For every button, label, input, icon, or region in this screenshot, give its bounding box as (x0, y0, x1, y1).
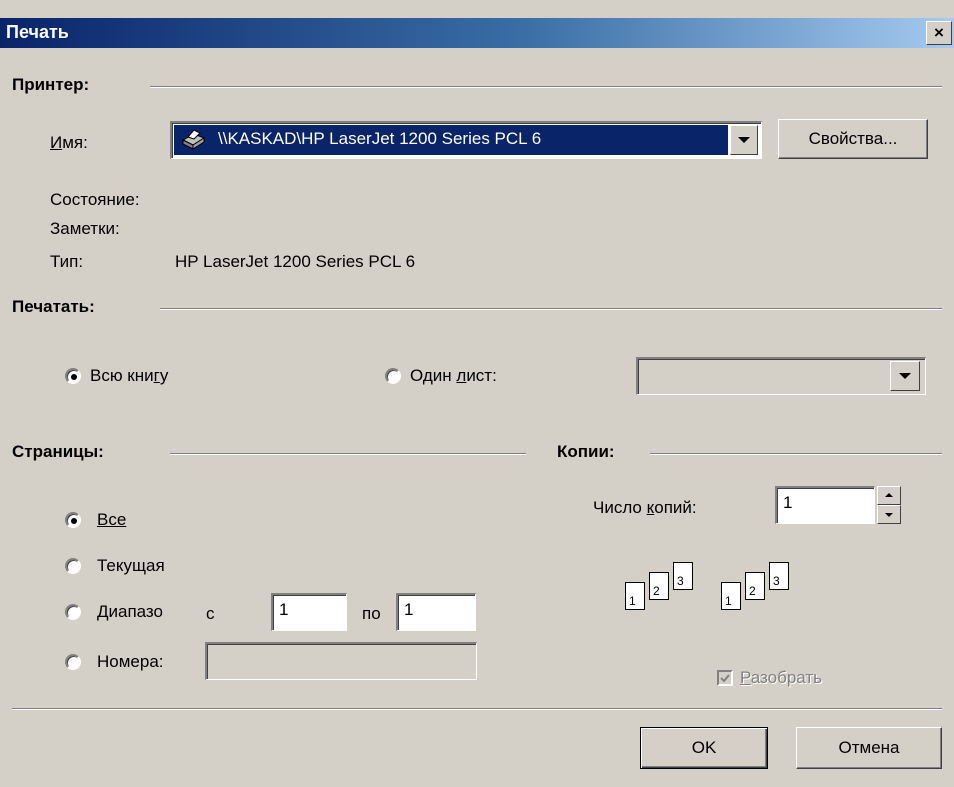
bottom-divider (12, 708, 942, 710)
copies-spinner (877, 486, 901, 524)
print-what-divider (160, 308, 942, 310)
radio-dot (71, 374, 77, 380)
pages-divider (170, 453, 526, 455)
pages-all-radio[interactable] (65, 512, 81, 528)
range-to-label: по (362, 604, 381, 623)
copies-section-label: Копии: (557, 442, 615, 461)
collate-preview-icon: 3 2 1 3 2 1 (625, 562, 815, 650)
whole-book-radio[interactable] (65, 368, 81, 384)
pages-numbers-radio[interactable] (65, 654, 81, 670)
printer-name-label: Имя: (50, 133, 88, 152)
collate-page-3a: 3 (673, 562, 693, 590)
printer-dropdown-button[interactable] (730, 125, 758, 155)
collate-page-2a: 2 (649, 572, 669, 600)
pages-range-radio[interactable] (65, 604, 81, 620)
printer-divider (150, 86, 942, 88)
one-sheet-label: Один лист: (410, 366, 497, 385)
cancel-button[interactable]: Отмена (796, 727, 942, 769)
ok-button[interactable]: OK (640, 727, 768, 769)
collate-page-2b: 2 (745, 572, 765, 600)
pages-range-label: Диапазо (97, 602, 163, 621)
checkmark-icon (720, 674, 730, 683)
radio-dot (71, 518, 77, 524)
pages-numbers-input[interactable] (205, 642, 477, 680)
pages-current-radio[interactable] (65, 558, 81, 574)
window-title: Печать (6, 22, 69, 42)
pages-current-label: Текущая (97, 556, 165, 575)
collate-page-3b: 3 (769, 562, 789, 590)
chevron-up-icon (885, 493, 893, 497)
pages-section-label: Страницы: (12, 442, 104, 461)
whole-book-label: Всю книгу (90, 366, 169, 385)
title-bar: Печать × (0, 18, 954, 48)
spin-up-button[interactable] (877, 486, 901, 505)
range-from-input[interactable]: 1 (271, 593, 347, 631)
printer-notes-label: Заметки: (50, 219, 120, 238)
collate-label: Разобрать (740, 668, 823, 687)
sheet-dropdown-button[interactable] (890, 361, 920, 391)
chevron-down-icon (738, 137, 750, 143)
collate-page-1a: 1 (625, 582, 645, 610)
printer-type-label: Тип: (50, 252, 84, 271)
printer-icon (180, 128, 206, 152)
printer-section-label: Принтер: (12, 75, 90, 94)
pages-all-label: Все (97, 510, 127, 529)
one-sheet-radio[interactable] (385, 368, 401, 384)
print-what-section-label: Печатать: (12, 297, 95, 316)
printer-name-select[interactable]: \\KASKAD\HP LaserJet 1200 Series PCL 6 (170, 121, 762, 159)
sheet-select[interactable] (636, 357, 926, 395)
copies-divider (650, 453, 942, 455)
chevron-down-icon (885, 513, 893, 517)
properties-button[interactable]: Свойства... (778, 119, 928, 159)
printer-name-value: \\KASKAD\HP LaserJet 1200 Series PCL 6 (218, 129, 542, 148)
close-button[interactable]: × (926, 21, 952, 45)
printer-status-label: Состояние: (50, 190, 140, 209)
range-to-input[interactable]: 1 (396, 593, 476, 631)
close-icon: × (934, 23, 944, 42)
collate-checkbox[interactable] (717, 670, 733, 686)
copies-count-input[interactable]: 1 (775, 486, 875, 524)
spin-down-button[interactable] (877, 505, 901, 524)
range-from-label: с (206, 604, 215, 623)
chevron-down-icon (899, 373, 911, 379)
pages-numbers-label: Номера: (97, 652, 164, 671)
printer-type-value: HP LaserJet 1200 Series PCL 6 (175, 252, 416, 271)
copies-count-label: Число копий: (593, 498, 697, 517)
collate-page-1b: 1 (721, 582, 741, 610)
